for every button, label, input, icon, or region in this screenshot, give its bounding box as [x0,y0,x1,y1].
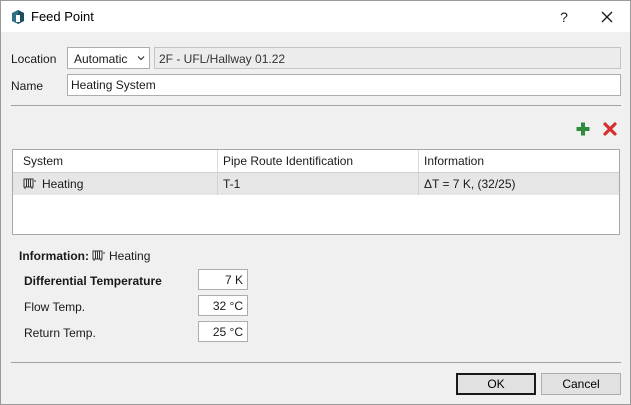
cell-information: ΔT = 7 K, (32/25) [424,177,516,191]
column-header-information[interactable]: Information [419,150,619,172]
name-input[interactable] [67,74,621,96]
separator [11,362,621,363]
differential-temperature-label: Differential Temperature [24,274,162,288]
location-label: Location [11,52,57,66]
flow-temp-input[interactable] [198,295,248,316]
column-header-system[interactable]: System [18,150,218,172]
add-icon[interactable] [575,121,591,137]
location-field: 2F - UFL/Hallway 01.22 [154,47,621,69]
location-value: 2F - UFL/Hallway 01.22 [159,52,286,66]
ok-button[interactable]: OK [456,373,536,395]
cancel-button[interactable]: Cancel [541,373,621,395]
flow-temp-label: Flow Temp. [24,300,86,314]
delete-icon[interactable] [602,121,618,137]
table-header: System Pipe Route Identification Informa… [13,150,619,173]
location-mode-dropdown[interactable]: Automatic [67,47,150,69]
feed-point-dialog: Feed Point ? Location Automatic 2F - UFL… [0,0,631,405]
window-title: Feed Point [31,9,94,24]
information-label: Information: [19,249,89,263]
information-system: Heating [109,249,151,263]
dialog-content: Location Automatic 2F - UFL/Hallway 01.2… [1,32,630,404]
return-temp-input[interactable] [198,321,248,342]
cell-system: Heating [18,173,218,195]
cell-pipe-route: T-1 [218,173,419,195]
differential-temperature-input[interactable] [198,269,248,290]
return-temp-label: Return Temp. [24,326,96,340]
heating-radiator-icon [92,250,105,261]
name-label: Name [11,79,44,93]
row-system: Heating [42,177,84,191]
chevron-down-icon [137,56,145,61]
feed-point-table: System Pipe Route Identification Informa… [12,149,620,235]
title-bar: Feed Point ? [1,1,630,32]
location-mode-value: Automatic [74,52,128,66]
app-logo-icon [12,10,24,24]
column-header-pipe-route[interactable]: Pipe Route Identification [218,150,419,172]
table-row[interactable]: Heating T-1 ΔT = 7 K, (32/25) [13,173,619,195]
heating-radiator-icon [23,178,36,189]
separator [11,105,621,106]
close-icon[interactable] [597,7,617,27]
help-button[interactable]: ? [554,7,574,27]
